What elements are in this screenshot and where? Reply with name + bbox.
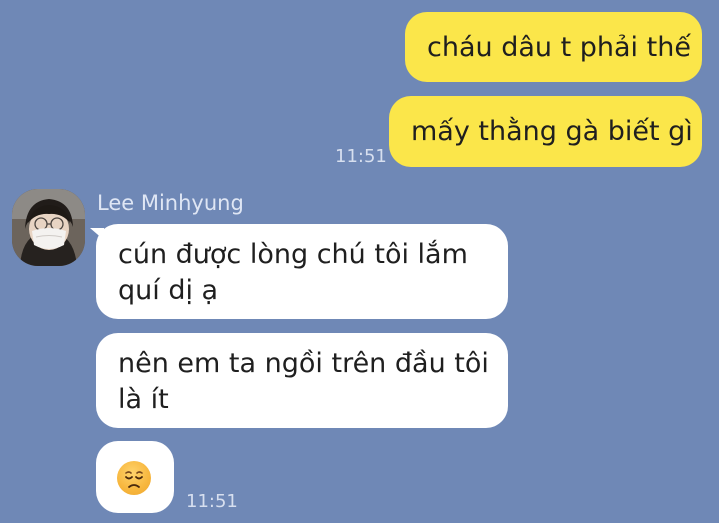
incoming-emoji-bubble[interactable] [96, 441, 174, 513]
message-line: quí dị ạ [118, 275, 219, 306]
outgoing-message-bubble[interactable]: cháu dâu t phải thế [405, 12, 702, 82]
incoming-message-bubble[interactable]: nên em ta ngồi trên đầu tôi là ít [96, 333, 508, 428]
message-timestamp: 11:51 [335, 146, 387, 167]
message-line: là ít [118, 384, 169, 415]
message-timestamp: 11:51 [186, 491, 238, 512]
sender-name: Lee Minhyung [97, 191, 244, 215]
message-text: cháu dâu t phải thế [427, 32, 691, 63]
avatar[interactable] [12, 189, 85, 266]
message-line: cún được lòng chú tôi lắm [118, 239, 468, 270]
incoming-message-bubble[interactable]: cún được lòng chú tôi lắm quí dị ạ [96, 224, 508, 319]
chat-area: cháu dâu t phải thế mấy thằng gà biết gì… [0, 0, 719, 523]
message-line: nên em ta ngồi trên đầu tôi [118, 348, 489, 379]
message-text: mấy thằng gà biết gì [411, 116, 693, 147]
person-with-face-mask-avatar-icon [12, 189, 85, 266]
disappointed-face-emoji-icon [117, 461, 151, 495]
outgoing-message-bubble[interactable]: mấy thằng gà biết gì [389, 96, 702, 167]
